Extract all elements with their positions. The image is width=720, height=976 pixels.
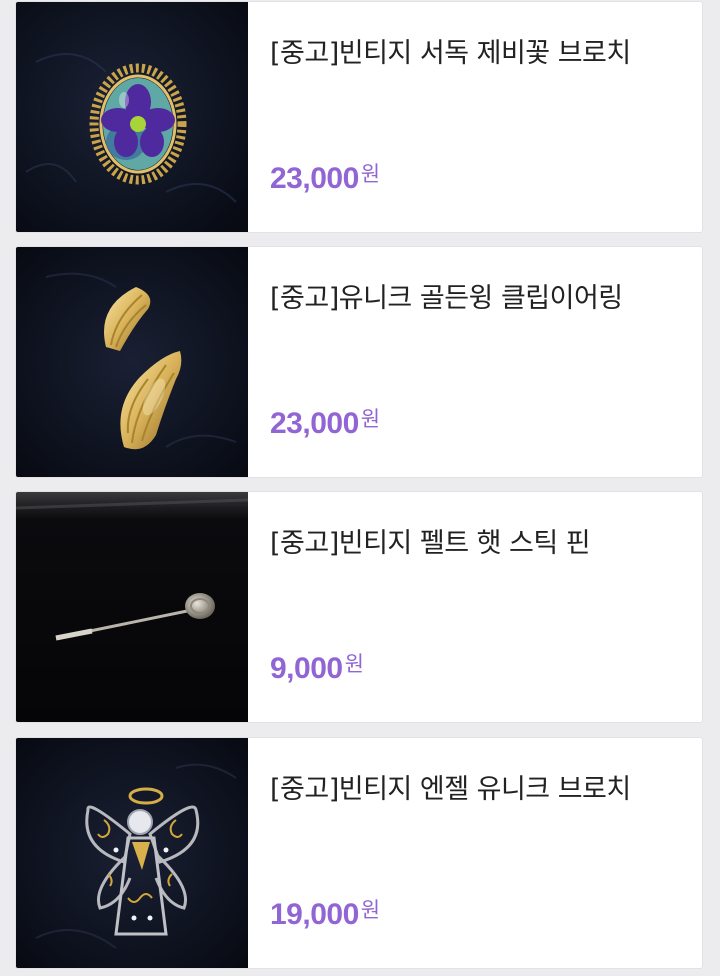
product-title[interactable]: [중고]빈티지 펠트 햇 스틱 핀 [270, 524, 690, 564]
product-price: 23,000원 [270, 407, 380, 447]
violet-brooch-photo[interactable] [16, 2, 248, 232]
product-card[interactable]: [중고]빈티지 서독 제비꽃 브로치 23,000원 [16, 2, 702, 232]
product-price: 19,000원 [270, 898, 380, 938]
product-title[interactable]: [중고]유니크 골든윙 클립이어링 [270, 279, 690, 319]
price-value: 9,000 [270, 652, 343, 685]
product-card[interactable]: [중고]유니크 골든윙 클립이어링 23,000원 [16, 247, 702, 477]
product-info: [중고]유니크 골든윙 클립이어링 23,000원 [248, 247, 702, 477]
product-card[interactable]: [중고]빈티지 펠트 햇 스틱 핀 9,000원 [16, 492, 702, 722]
price-value: 19,000 [270, 898, 359, 931]
product-info: [중고]빈티지 엔젤 유니크 브로치 19,000원 [248, 738, 702, 968]
angel-brooch-photo[interactable] [16, 738, 248, 968]
product-price: 23,000원 [270, 162, 380, 202]
price-unit: 원 [344, 652, 364, 676]
price-value: 23,000 [270, 162, 359, 195]
price-value: 23,000 [270, 407, 359, 440]
product-title[interactable]: [중고]빈티지 엔젤 유니크 브로치 [270, 770, 690, 810]
gold-wing-earrings-photo[interactable] [16, 247, 248, 477]
price-unit: 원 [360, 162, 381, 186]
price-unit: 원 [360, 898, 381, 922]
price-unit: 원 [360, 407, 381, 431]
hat-stick-pin-photo[interactable] [16, 492, 248, 722]
product-title[interactable]: [중고]빈티지 서독 제비꽃 브로치 [270, 34, 690, 74]
product-info: [중고]빈티지 펠트 햇 스틱 핀 9,000원 [248, 492, 702, 722]
product-price: 9,000원 [270, 652, 364, 692]
product-info: [중고]빈티지 서독 제비꽃 브로치 23,000원 [248, 2, 702, 232]
product-card[interactable]: [중고]빈티지 엔젤 유니크 브로치 19,000원 [16, 738, 702, 968]
product-list: [중고]빈티지 서독 제비꽃 브로치 23,000원 [중고]유니크 골든윙 클… [0, 0, 720, 976]
